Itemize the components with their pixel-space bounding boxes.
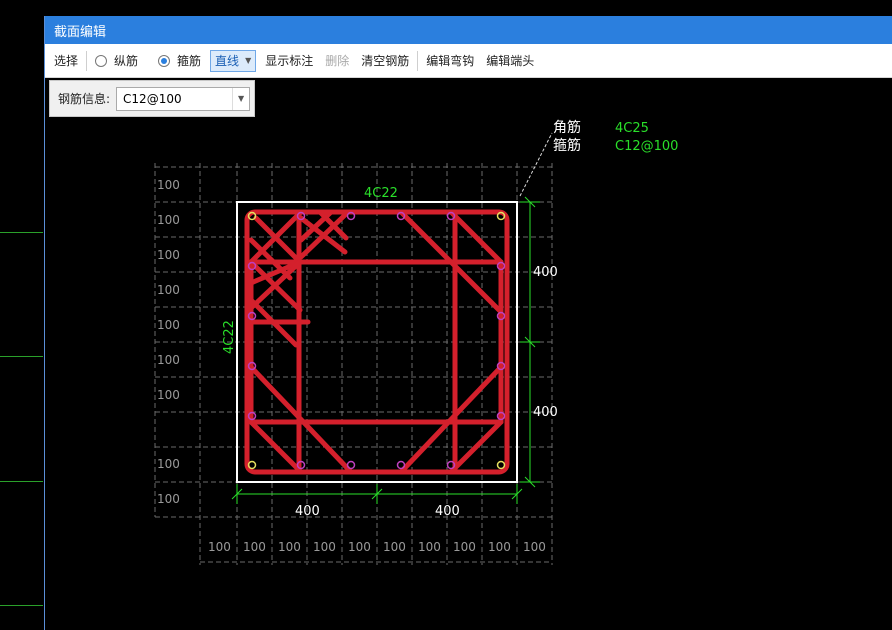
- dim-bottom-right: 400: [435, 504, 460, 519]
- grid-label: 100: [523, 540, 546, 554]
- grid-label: 100: [157, 283, 180, 297]
- grid-label: 100: [348, 540, 371, 554]
- stirrup-info-value: C12@100: [615, 139, 678, 154]
- grid-label: 100: [208, 540, 231, 554]
- top-bars-label: 4C22: [364, 186, 398, 201]
- grid-label: 100: [383, 540, 406, 554]
- section-canvas[interactable]: 100 100 100 100 100 100 100 100 100 100 …: [0, 0, 892, 630]
- grid-label: 100: [157, 353, 180, 367]
- leader-line: [519, 132, 553, 197]
- grid-label: 100: [243, 540, 266, 554]
- grid-label: 100: [488, 540, 511, 554]
- grid-label: 100: [157, 248, 180, 262]
- side-bars-label: 4C22: [222, 320, 237, 354]
- grid-label: 100: [453, 540, 476, 554]
- grid-label: 100: [157, 213, 180, 227]
- dim-right-top: 400: [533, 265, 558, 280]
- grid-left-labels: 100 100 100 100 100 100 100 100 100: [157, 178, 180, 506]
- corner-bars-label: 角筋: [553, 119, 581, 136]
- grid-label: 100: [418, 540, 441, 554]
- grid-label: 100: [157, 388, 180, 402]
- corner-bars-value: 4C25: [615, 121, 649, 136]
- grid-label: 100: [313, 540, 336, 554]
- grid-label: 100: [157, 178, 180, 192]
- grid-label: 100: [278, 540, 301, 554]
- grid-label: 100: [157, 457, 180, 471]
- grid-lines: [154, 163, 553, 565]
- stirrup-info-label: 箍筋: [553, 137, 581, 154]
- dim-bottom-left: 400: [295, 504, 320, 519]
- grid-label: 100: [157, 492, 180, 506]
- dim-right-bottom: 400: [533, 405, 558, 420]
- grid-label: 100: [157, 318, 180, 332]
